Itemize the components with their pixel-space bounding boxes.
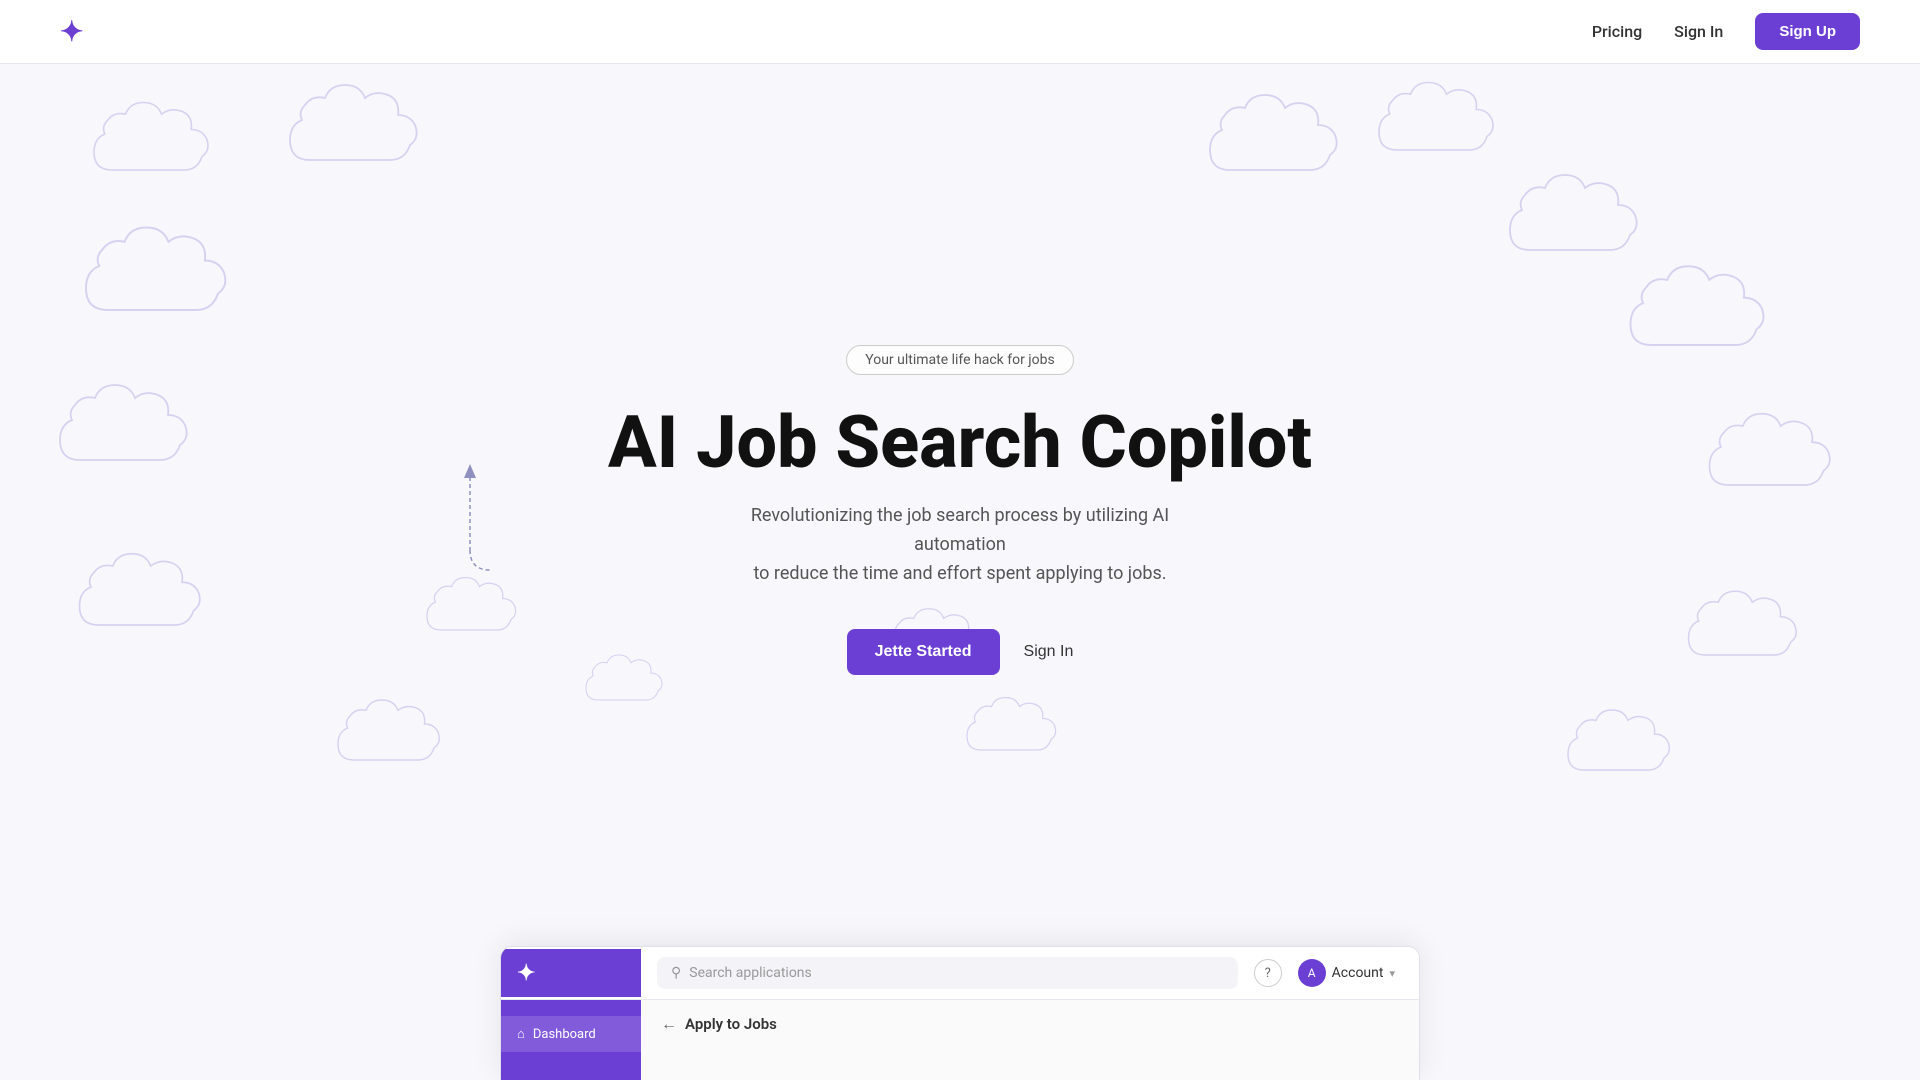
search-icon: ⚲ (671, 965, 681, 981)
dashboard-body: ⌂ Dashboard ← Apply to Jobs (501, 1000, 1419, 1080)
hero-badge: Your ultimate life hack for jobs (846, 345, 1073, 375)
back-arrow-icon[interactable]: ← (661, 1014, 677, 1034)
hero-section: Your ultimate life hack for jobs AI Job … (0, 0, 1920, 1080)
get-started-button[interactable]: Jette Started (847, 629, 1000, 675)
sidebar-item-dashboard[interactable]: ⌂ Dashboard (501, 1016, 641, 1052)
hero-sign-in-button[interactable]: Sign In (1024, 643, 1074, 661)
navbar: ✦ Pricing Sign In Sign Up (0, 0, 1920, 64)
pricing-link[interactable]: Pricing (1592, 22, 1642, 41)
sidebar-dashboard-label: Dashboard (533, 1027, 596, 1042)
sign-in-link[interactable]: Sign In (1674, 22, 1723, 41)
apply-header: ← Apply to Jobs (661, 1014, 1399, 1034)
dashboard-main: ← Apply to Jobs (641, 1000, 1419, 1080)
account-label: Account (1332, 965, 1384, 981)
nav-right: Pricing Sign In Sign Up (1592, 13, 1860, 50)
apply-to-jobs-label: Apply to Jobs (685, 1015, 777, 1033)
sign-up-button[interactable]: Sign Up (1755, 13, 1860, 50)
hero-subtitle-line2: to reduce the time and effort spent appl… (753, 563, 1166, 584)
hero-actions: Jette Started Sign In (847, 629, 1074, 675)
dashboard-topbar: ✦ ⚲ Search applications ? A Account ▾ (501, 947, 1419, 1000)
search-placeholder-text: Search applications (689, 965, 812, 981)
logo[interactable]: ✦ (60, 15, 81, 48)
topbar-right: ? A Account ▾ (1254, 959, 1395, 987)
hero-title: AI Job Search Copilot (608, 403, 1312, 482)
dashboard-sidebar-logo: ✦ (517, 961, 535, 986)
logo-icon: ✦ (60, 15, 81, 48)
hero-subtitle-line1: Revolutionizing the job search process b… (751, 505, 1169, 555)
search-bar[interactable]: ⚲ Search applications (657, 957, 1238, 989)
sidebar: ⌂ Dashboard (501, 1000, 641, 1080)
account-chevron-icon: ▾ (1389, 967, 1395, 980)
account-button[interactable]: A Account ▾ (1298, 959, 1395, 987)
account-avatar: A (1298, 959, 1326, 987)
hero-subtitle: Revolutionizing the job search process b… (720, 502, 1200, 588)
dashboard-preview: ✦ ⚲ Search applications ? A Account ▾ ⌂ … (500, 946, 1420, 1080)
dashboard-icon: ⌂ (517, 1026, 525, 1042)
help-button[interactable]: ? (1254, 959, 1282, 987)
